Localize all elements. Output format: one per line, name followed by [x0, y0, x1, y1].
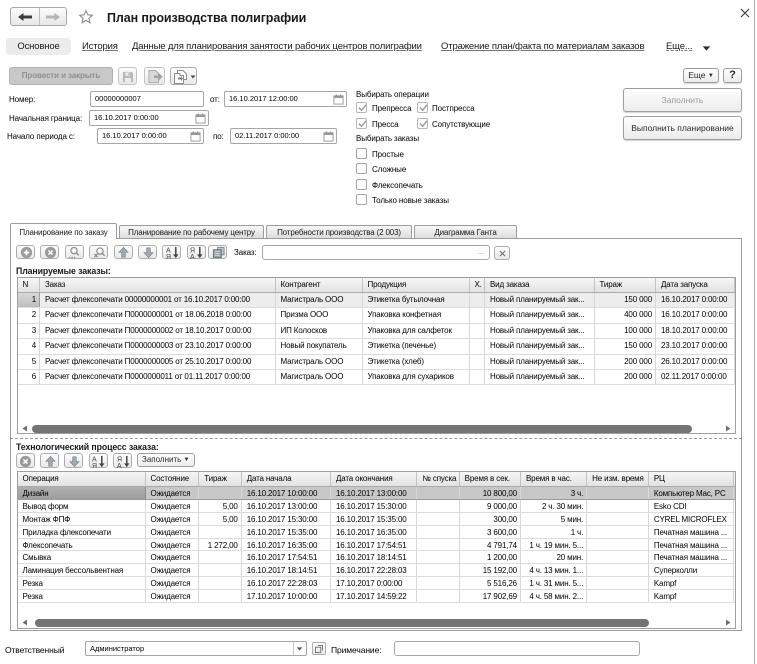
svg-text:Я: Я [92, 463, 97, 468]
svg-text:А: А [190, 254, 195, 259]
svg-text:Я: Я [166, 254, 171, 259]
svg-text:А: А [117, 463, 122, 468]
